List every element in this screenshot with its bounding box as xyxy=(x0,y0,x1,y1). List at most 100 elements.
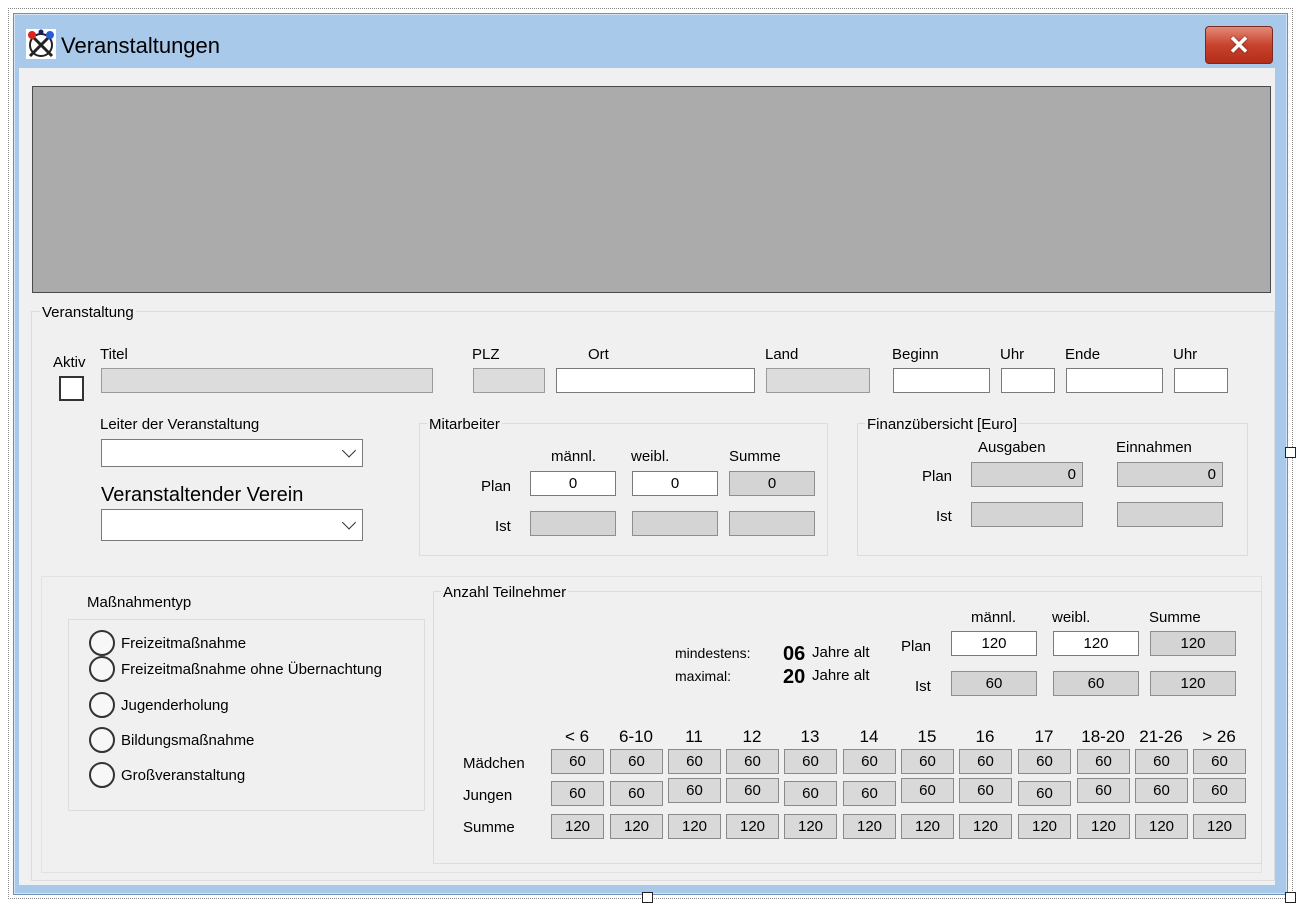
cell-jungen-3[interactable]: 60 xyxy=(726,778,779,803)
cell-jungen-10[interactable]: 60 xyxy=(1135,778,1188,803)
resize-handle-bottom[interactable] xyxy=(642,892,653,903)
cell-maedchen-10[interactable]: 60 xyxy=(1135,749,1188,774)
banner-image xyxy=(32,86,1271,293)
age-header-9: 18-20 xyxy=(1081,727,1125,746)
cell-maedchen-4[interactable]: 60 xyxy=(784,749,837,774)
cell-maedchen-8[interactable]: 60 xyxy=(1018,749,1071,774)
cell-jungen-7[interactable]: 60 xyxy=(959,778,1012,803)
cell-summe-1: 120 xyxy=(610,814,663,839)
age-header-2: 11 xyxy=(685,727,703,746)
age-header-0: < 6 xyxy=(564,727,590,746)
cell-maedchen-11[interactable]: 60 xyxy=(1193,749,1246,774)
chevron-down-icon xyxy=(341,443,357,458)
verein-label: Veranstaltender Verein xyxy=(101,484,304,506)
uhr-beginn-label: Uhr xyxy=(1000,346,1025,363)
finanz-col-einnahmen: Einnahmen xyxy=(1116,439,1192,456)
chevron-down-icon xyxy=(341,515,357,530)
radio-bildungsmassnahme[interactable] xyxy=(89,727,115,753)
mitarbeiter-col-weibl: weibl. xyxy=(631,448,670,465)
age-header-4: 13 xyxy=(800,727,820,746)
verein-dropdown[interactable] xyxy=(101,509,363,541)
cell-maedchen-3[interactable]: 60 xyxy=(726,749,779,774)
plz-field[interactable] xyxy=(473,368,545,393)
teilnehmer-plan-summe: 120 xyxy=(1150,631,1236,656)
row-jungen-label: Jungen xyxy=(463,787,513,804)
finanz-ist-ausgaben xyxy=(971,502,1083,527)
finanz-plan-ausgaben: 0 xyxy=(971,462,1083,487)
ort-field[interactable] xyxy=(556,368,755,393)
cell-jungen-11[interactable]: 60 xyxy=(1193,778,1246,803)
mitarbeiter-plan-maennl[interactable]: 0 xyxy=(530,471,616,496)
maximal-label: maximal: xyxy=(675,668,732,684)
titel-field[interactable] xyxy=(101,368,433,393)
row-summe-label: Summe xyxy=(463,819,515,836)
cell-maedchen-1[interactable]: 60 xyxy=(610,749,663,774)
mitarbeiter-ist-weibl xyxy=(632,511,718,536)
radio-jugenderholung[interactable] xyxy=(89,692,115,718)
uhr-ende-label: Uhr xyxy=(1173,346,1198,363)
cell-maedchen-7[interactable]: 60 xyxy=(959,749,1012,774)
cell-summe-10: 120 xyxy=(1135,814,1188,839)
cell-jungen-4[interactable]: 60 xyxy=(784,781,837,806)
resize-handle-right[interactable] xyxy=(1285,447,1296,458)
mitarbeiter-plan-summe: 0 xyxy=(729,471,815,496)
uhr-ende-field[interactable] xyxy=(1174,368,1228,393)
age-header-8: 17 xyxy=(1034,727,1054,746)
jahre-alt-min-label: Jahre alt xyxy=(812,644,870,661)
radio-label-grossveranstaltung: Großveranstaltung xyxy=(121,767,246,784)
teilnehmer-ist-summe: 120 xyxy=(1150,671,1236,696)
land-field[interactable] xyxy=(766,368,870,393)
cell-summe-4: 120 xyxy=(784,814,837,839)
cell-maedchen-5[interactable]: 60 xyxy=(843,749,896,774)
ende-field[interactable] xyxy=(1066,368,1163,393)
age-header-5: 14 xyxy=(859,727,879,746)
cell-jungen-2[interactable]: 60 xyxy=(668,778,721,803)
mitarbeiter-group-label: Mitarbeiter xyxy=(427,416,502,433)
cell-maedchen-9[interactable]: 60 xyxy=(1077,749,1130,774)
cell-maedchen-0[interactable]: 60 xyxy=(551,749,604,774)
aktiv-checkbox[interactable] xyxy=(59,376,84,401)
radio-label-bildungsmassnahme: Bildungsmaßnahme xyxy=(121,732,255,749)
radio-freizeitmassnahme-ohne-uebernachtung[interactable] xyxy=(89,656,115,682)
teilnehmer-ist-weibl: 60 xyxy=(1053,671,1139,696)
radio-grossveranstaltung[interactable] xyxy=(89,762,115,788)
massnahmentyp-label: Maßnahmentyp xyxy=(87,594,192,611)
cell-jungen-1[interactable]: 60 xyxy=(610,781,663,806)
title-bar[interactable]: Veranstaltungen ✕ xyxy=(14,14,1287,68)
cell-jungen-9[interactable]: 60 xyxy=(1077,778,1130,803)
finanz-group-label: Finanzübersicht [Euro] xyxy=(865,416,1020,433)
ende-label: Ende xyxy=(1065,346,1101,363)
age-header-1: 6-10 xyxy=(618,727,654,746)
teilnehmer-plan-maennl[interactable]: 120 xyxy=(951,631,1037,656)
cell-maedchen-2[interactable]: 60 xyxy=(668,749,721,774)
close-button[interactable]: ✕ xyxy=(1205,26,1273,64)
age-header-3: 12 xyxy=(742,727,762,746)
mitarbeiter-plan-weibl[interactable]: 0 xyxy=(632,471,718,496)
cell-jungen-8[interactable]: 60 xyxy=(1018,781,1071,806)
cell-maedchen-6[interactable]: 60 xyxy=(901,749,954,774)
radio-label-freizeitmassnahme-ohne-uebernachtung: Freizeitmaßnahme ohne Übernachtung xyxy=(121,661,382,678)
max-age-value[interactable]: 20 xyxy=(783,666,805,689)
cell-jungen-5[interactable]: 60 xyxy=(843,781,896,806)
radio-freizeitmassnahme[interactable] xyxy=(89,630,115,656)
resize-handle-corner[interactable] xyxy=(1285,892,1296,903)
ort-label: Ort xyxy=(588,346,609,363)
leiter-label: Leiter der Veranstaltung xyxy=(100,416,260,433)
cell-summe-2: 120 xyxy=(668,814,721,839)
min-age-value[interactable]: 06 xyxy=(783,643,805,666)
cell-jungen-0[interactable]: 60 xyxy=(551,781,604,806)
cell-summe-11: 120 xyxy=(1193,814,1246,839)
land-label: Land xyxy=(765,346,799,363)
cell-jungen-6[interactable]: 60 xyxy=(901,778,954,803)
cell-summe-6: 120 xyxy=(901,814,954,839)
jahre-alt-max-label: Jahre alt xyxy=(812,667,870,684)
mitarbeiter-ist-maennl xyxy=(530,511,616,536)
teilnehmer-plan-weibl[interactable]: 120 xyxy=(1053,631,1139,656)
plz-label: PLZ xyxy=(472,346,500,363)
cell-summe-0: 120 xyxy=(551,814,604,839)
beginn-field[interactable] xyxy=(893,368,990,393)
leiter-dropdown[interactable] xyxy=(101,439,363,467)
finanz-row-ist: Ist xyxy=(936,508,952,525)
uhr-beginn-field[interactable] xyxy=(1001,368,1055,393)
finanz-col-ausgaben: Ausgaben xyxy=(978,439,1046,456)
